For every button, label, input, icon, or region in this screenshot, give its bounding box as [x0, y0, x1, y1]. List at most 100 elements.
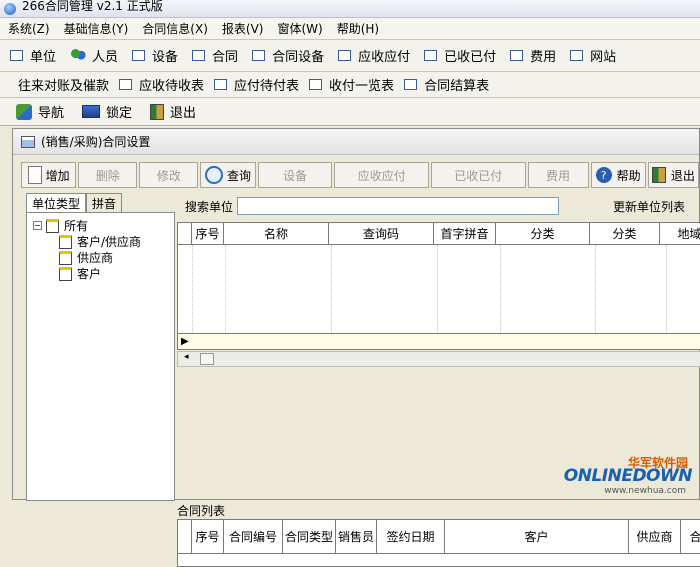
- search-unit-label: 搜索单位: [185, 199, 234, 214]
- help-button[interactable]: ? 帮助: [590, 162, 646, 188]
- edit-button[interactable]: 修改: [139, 162, 199, 188]
- nav-device[interactable]: 设备: [132, 44, 178, 68]
- nav-unit[interactable]: 单位: [10, 44, 56, 68]
- scroll-thumb[interactable]: [200, 353, 214, 365]
- new-doc-icon: [27, 166, 42, 184]
- nav-receivable[interactable]: 应收应付: [338, 44, 410, 68]
- tab-pinyin[interactable]: 拼音: [86, 193, 123, 212]
- nav-personnel-label: 人员: [92, 50, 119, 65]
- col-name[interactable]: 名称: [224, 223, 329, 244]
- magnifier-icon: [204, 166, 223, 184]
- child-toolbar: 增加 删除 修改 查询 设备 应收应付 已收已付 费用 ? 帮助 退出: [21, 161, 700, 189]
- device-button[interactable]: 设备: [257, 162, 333, 188]
- delete-button[interactable]: 删除: [78, 162, 138, 188]
- tree-node-supplier[interactable]: 供应商: [33, 250, 141, 265]
- nav-payable-pending-label: 应付待付表: [234, 79, 300, 94]
- lock-button[interactable]: 锁定: [82, 102, 132, 121]
- exit-door-icon: [651, 167, 666, 183]
- watermark-line2: ONLINEDOWN: [563, 466, 693, 486]
- fee-button[interactable]: 费用: [527, 162, 589, 188]
- child-exit-button[interactable]: 退出: [647, 162, 699, 188]
- col-supplier[interactable]: 供应商: [629, 520, 681, 553]
- menu-basic-info[interactable]: 基础信息(Y): [56, 20, 135, 37]
- checkbox-icon: [309, 79, 323, 90]
- add-button[interactable]: 增加: [21, 162, 77, 188]
- exit-label: 退出: [170, 106, 197, 121]
- unit-grid-hscrollbar[interactable]: ◂: [177, 351, 700, 367]
- col-salesperson[interactable]: 销售员: [336, 520, 377, 553]
- col-contract-no[interactable]: 合同编号: [224, 520, 283, 553]
- note-icon: [59, 266, 72, 281]
- reconcile-label: 往来对账及催款: [18, 79, 110, 94]
- menu-window[interactable]: 窗体(W): [269, 20, 328, 37]
- nav-receivable-label: 应收应付: [358, 50, 411, 65]
- nav-contract[interactable]: 合同: [192, 44, 238, 68]
- col-pinyin-initial[interactable]: 首字拼音: [434, 223, 496, 244]
- checkbox-icon: [119, 79, 133, 90]
- row-indicator-header: [178, 223, 192, 244]
- new-row[interactable]: ▶: [178, 333, 700, 349]
- menu-system[interactable]: 系统(Z): [0, 20, 56, 37]
- child-title-bar: (销售/采购)合同设置: [13, 129, 699, 155]
- refresh-unit-list-button[interactable]: 更新单位列表: [613, 198, 685, 215]
- title-bar: 266合同管理 v2.1 正式版: [0, 0, 700, 18]
- checkbox-icon: [192, 50, 206, 61]
- nav-website-label: 网站: [590, 50, 617, 65]
- nav-website[interactable]: 网站: [570, 44, 616, 68]
- col-seq[interactable]: 序号: [192, 223, 224, 244]
- tree-node-all[interactable]: − 所有: [33, 218, 141, 233]
- help-label: 帮助: [616, 168, 641, 183]
- device-label: 设备: [282, 168, 307, 183]
- receivable-label: 应收应付: [357, 168, 406, 183]
- contract-grid[interactable]: 序号 合同编号 合同类型 销售员 签约日期 客户 供应商 合: [177, 519, 700, 567]
- checkbox-icon: [10, 50, 23, 61]
- received-label: 已收已付: [454, 168, 503, 183]
- nav-contract-device-label: 合同设备: [272, 50, 325, 65]
- lock-label: 锁定: [106, 106, 133, 121]
- unit-grid[interactable]: 序号 名称 查询码 首字拼音 分类 分类 地域 ▶: [177, 222, 700, 350]
- tab-unit-type[interactable]: 单位类型: [26, 193, 87, 212]
- col-region[interactable]: 地域: [660, 223, 700, 244]
- col-category-1[interactable]: 分类: [496, 223, 590, 244]
- add-label: 增加: [45, 168, 70, 183]
- menu-help[interactable]: 帮助(H): [329, 20, 385, 37]
- nav-fee[interactable]: 费用: [510, 44, 556, 68]
- search-unit-input[interactable]: [237, 197, 560, 215]
- nav-personnel[interactable]: 人员: [70, 44, 118, 68]
- edit-label: 修改: [156, 168, 181, 183]
- tree-node-customer-label: 客户: [77, 267, 102, 281]
- menu-bar: 系统(Z) 基础信息(Y) 合同信息(X) 报表(V) 窗体(W) 帮助(H): [0, 18, 700, 40]
- menu-report[interactable]: 报表(V): [214, 20, 270, 37]
- col-query-code[interactable]: 查询码: [329, 223, 434, 244]
- tree-node-customer-supplier[interactable]: 客户/供应商: [33, 234, 141, 249]
- col-sign-date[interactable]: 签约日期: [377, 520, 445, 553]
- tree-node-supplier-label: 供应商: [77, 251, 114, 265]
- receivable-button[interactable]: 应收应付: [334, 162, 429, 188]
- received-button[interactable]: 已收已付: [430, 162, 526, 188]
- row-indicator-header: [178, 520, 192, 553]
- nav-payment-overview[interactable]: 收付一览表: [309, 75, 394, 94]
- contract-grid-header: 序号 合同编号 合同类型 销售员 签约日期 客户 供应商 合: [178, 520, 700, 554]
- menu-contract-info[interactable]: 合同信息(X): [134, 20, 214, 37]
- navigate-button[interactable]: 导航: [16, 102, 64, 121]
- checkbox-icon: [132, 50, 146, 61]
- nav-payable-pending[interactable]: 应付待付表: [214, 75, 299, 94]
- nav-received[interactable]: 已收已付: [424, 44, 496, 68]
- nav-settlement[interactable]: 合同结算表: [404, 75, 489, 94]
- checkbox-icon: [570, 50, 584, 61]
- scroll-left-icon[interactable]: ◂: [184, 352, 189, 362]
- col-category-2[interactable]: 分类: [590, 223, 660, 244]
- nav-unit-label: 单位: [30, 50, 57, 65]
- nav-contract-device[interactable]: 合同设备: [252, 44, 324, 68]
- tree-node-customer[interactable]: 客户: [33, 266, 141, 281]
- col-contract-type[interactable]: 合同类型: [283, 520, 336, 553]
- unit-tree: − 所有 客户/供应商 供应商 客户: [33, 218, 141, 282]
- col-more[interactable]: 合: [681, 520, 700, 553]
- col-contract-seq[interactable]: 序号: [192, 520, 224, 553]
- search-button[interactable]: 查询: [200, 162, 256, 188]
- nav-receivable-pending[interactable]: 应收待收表: [119, 75, 204, 94]
- collapse-icon[interactable]: −: [33, 221, 42, 230]
- reconcile-bar: 往来对账及催款 应收待收表 应付待付表 收付一览表 合同结算表: [0, 72, 700, 98]
- col-customer[interactable]: 客户: [445, 520, 629, 553]
- exit-button[interactable]: 退出: [150, 102, 196, 121]
